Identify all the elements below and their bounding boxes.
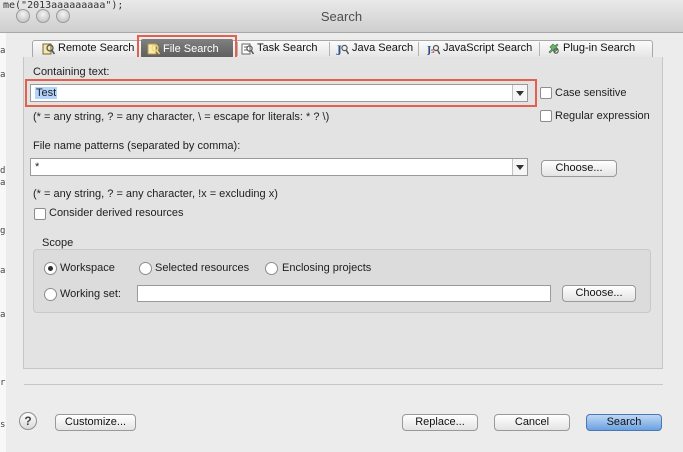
- tab-label: Remote Search: [58, 42, 135, 54]
- file-name-patterns-label: File name patterns (separated by comma):: [33, 140, 241, 152]
- background-code-char: s: [0, 420, 6, 430]
- case-sensitive-label[interactable]: Case sensitive: [555, 87, 627, 99]
- background-code-char: r: [0, 378, 6, 388]
- workspace-label[interactable]: Workspace: [60, 262, 115, 274]
- customize-button[interactable]: Customize...: [55, 414, 136, 431]
- tab-separator: [418, 42, 419, 56]
- plugin-search-icon: [547, 43, 560, 55]
- tab-separator: [237, 42, 238, 56]
- tab-remote-search[interactable]: Remote Search: [42, 40, 134, 57]
- file-name-patterns-combo[interactable]: *: [30, 158, 528, 176]
- window-title: Search: [320, 9, 363, 24]
- scope-group: [33, 249, 651, 313]
- tab-label: Plug-in Search: [563, 42, 636, 54]
- tab-java-search[interactable]: J Java Search: [336, 40, 413, 57]
- background-code-char: a: [0, 266, 6, 276]
- regular-expression-label[interactable]: Regular expression: [555, 110, 650, 122]
- background-code-char: a: [0, 310, 6, 320]
- background-code-char: a: [0, 178, 6, 188]
- replace-button[interactable]: Replace...: [402, 414, 478, 431]
- containing-text-highlight: [25, 79, 537, 107]
- file-patterns-choose-button[interactable]: Choose...: [541, 160, 617, 177]
- case-sensitive-checkbox[interactable]: [540, 87, 552, 99]
- containing-text-hint: (* = any string, ? = any character, \ = …: [33, 111, 330, 123]
- tab-label: JavaScript Search: [443, 42, 533, 54]
- working-set-radio[interactable]: [44, 288, 57, 301]
- consider-derived-resources-checkbox[interactable]: [34, 208, 46, 220]
- background-code-char: d: [0, 166, 6, 176]
- workspace-radio[interactable]: [44, 262, 57, 275]
- tab-label: Task Search: [257, 42, 318, 54]
- background-code-char: a: [0, 70, 6, 80]
- tab-separator: [539, 42, 540, 56]
- selected-resources-radio[interactable]: [139, 262, 152, 275]
- remote-search-icon: [42, 43, 56, 55]
- scope-title: Scope: [42, 237, 74, 249]
- working-set-label[interactable]: Working set:: [60, 288, 121, 300]
- tab-label: Java Search: [352, 42, 414, 54]
- tab-task-search[interactable]: Task Search: [241, 40, 318, 57]
- consider-derived-resources-label[interactable]: Consider derived resources: [49, 207, 184, 219]
- footer-divider: [24, 384, 663, 385]
- chevron-down-icon: [516, 164, 524, 170]
- background-code-char: a: [0, 46, 6, 56]
- java-search-icon: J: [336, 43, 350, 56]
- file-name-patterns-hint: (* = any string, ? = any character, !x =…: [33, 188, 278, 200]
- tab-plugin-search[interactable]: Plug-in Search: [547, 40, 635, 57]
- regular-expression-checkbox[interactable]: [540, 110, 552, 122]
- radio-selected-dot: [48, 266, 53, 271]
- task-search-icon: [241, 43, 255, 55]
- svg-text:J: J: [336, 45, 342, 55]
- javascript-search-icon: Js: [426, 43, 441, 56]
- file-name-patterns-value[interactable]: *: [35, 161, 39, 173]
- selected-resources-label[interactable]: Selected resources: [155, 262, 249, 274]
- containing-text-label: Containing text:: [33, 66, 110, 78]
- search-button[interactable]: Search: [586, 414, 662, 431]
- file-name-patterns-dropdown-button[interactable]: [512, 159, 527, 175]
- tab-javascript-search[interactable]: Js JavaScript Search: [426, 40, 533, 57]
- help-button[interactable]: ?: [19, 412, 37, 430]
- background-code-char: g: [0, 226, 6, 236]
- enclosing-projects-radio[interactable]: [265, 262, 278, 275]
- tab-separator: [329, 42, 330, 56]
- enclosing-projects-label[interactable]: Enclosing projects: [282, 262, 371, 274]
- working-set-input[interactable]: [137, 285, 551, 302]
- cancel-button[interactable]: Cancel: [494, 414, 570, 431]
- working-set-choose-button[interactable]: Choose...: [562, 285, 636, 302]
